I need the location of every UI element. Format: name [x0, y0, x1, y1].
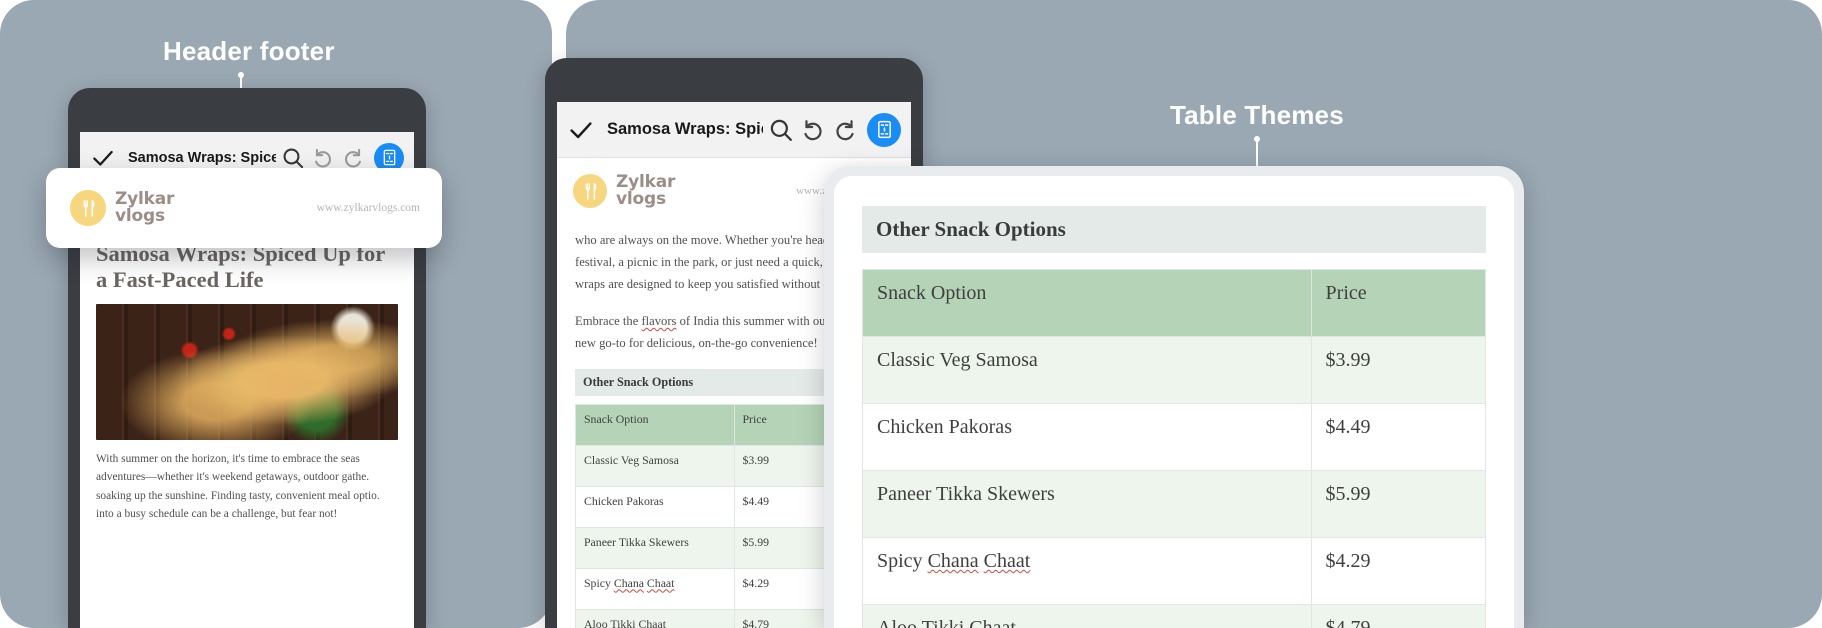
cell-snack-option: Spicy Chana Chaat	[862, 537, 1312, 605]
check-icon[interactable]	[567, 116, 595, 144]
brand-name-line2: vlogs	[115, 206, 165, 226]
search-icon[interactable]	[767, 116, 795, 144]
table-header-row: Snack Option Price	[862, 269, 1487, 337]
paragraph-3-pre: Embrace the	[575, 313, 642, 328]
cell-snack-option: Spicy Chana Chaat	[575, 567, 735, 610]
misspelled-word: flavors	[641, 313, 677, 328]
brand-name: Zylkar vlogs	[616, 173, 675, 210]
cell-price: $4.79	[1310, 604, 1487, 628]
search-icon[interactable]	[280, 145, 306, 171]
table-wrapper: Snack Option Price Classic Veg Samosa $3.…	[862, 269, 1487, 628]
screenshot-stage: Header footer Table Themes Samosa Wraps:…	[0, 0, 1822, 628]
header-footer-preview-card: Zylkar vlogs www.zylkarvlogs.com	[46, 168, 442, 248]
cell-snack-option: Classic Veg Samosa	[575, 444, 735, 487]
tablet-screen: Other Snack Options Snack Option Price C…	[834, 176, 1514, 628]
redo-icon[interactable]	[340, 145, 366, 171]
table-header: Snack Option Price	[862, 269, 1487, 337]
cell-snack-option: Aloo Tikki Chaat	[575, 608, 735, 628]
fork-knife-icon	[70, 190, 106, 226]
tablet-document: Other Snack Options Snack Option Price C…	[834, 176, 1514, 628]
hero-image	[96, 303, 398, 440]
cell-snack-option: Chicken Pakoras	[575, 485, 735, 528]
brand-lockup-preview: Zylkar vlogs	[70, 190, 174, 226]
undo-icon[interactable]	[310, 145, 336, 171]
check-icon[interactable]	[90, 145, 116, 171]
phone-left-document: Zylkar vlogs www.zylkarvlogs.com Samosa …	[80, 184, 414, 628]
callout-label-table-themes: Table Themes	[1170, 100, 1344, 130]
document-website-preview: www.zylkarvlogs.com	[316, 202, 420, 214]
brand-name-preview: Zylkar vlogs	[115, 190, 174, 226]
fork-knife-icon	[573, 174, 607, 209]
table-row: Aloo Tikki Chaat $4.79	[862, 604, 1487, 628]
snack-options-table: Snack Option Price Classic Veg Samosa $3.…	[862, 269, 1487, 628]
brand-lockup: Zylkar vlogs	[573, 173, 675, 210]
device-tablet-right: Other Snack Options Snack Option Price C…	[824, 166, 1524, 628]
page-layout-icon[interactable]	[867, 112, 901, 147]
redo-icon[interactable]	[831, 116, 859, 144]
cell-price: $4.49	[1310, 403, 1487, 471]
phone-center-toolbar: Samosa Wraps: Spiced …	[557, 102, 911, 158]
table-row: Paneer Tikka Skewers $5.99	[862, 470, 1487, 538]
cell-price: $4.29	[1310, 537, 1487, 605]
table-row: Spicy Chana Chaat $4.29	[862, 537, 1487, 605]
column-header-snack-option: Snack Option	[862, 269, 1312, 337]
table-row: Classic Veg Samosa $3.99	[862, 336, 1487, 404]
cell-snack-option: Paneer Tikka Skewers	[575, 526, 735, 569]
table-caption: Other Snack Options	[862, 206, 1486, 253]
article-body: With summer on the horizon, it's time to…	[80, 440, 414, 524]
document-title: Samosa Wraps: Spiced …	[607, 120, 763, 138]
cell-snack-option: Aloo Tikki Chaat	[862, 604, 1312, 628]
cell-snack-option: Paneer Tikka Skewers	[862, 470, 1312, 538]
paragraph-1: With summer on the horizon, it's time to…	[96, 452, 380, 521]
cell-snack-option: Classic Veg Samosa	[862, 336, 1312, 404]
cell-price: $3.99	[1310, 336, 1487, 404]
column-header-price: Price	[1310, 269, 1487, 337]
cell-snack-option: Chicken Pakoras	[862, 403, 1312, 471]
callout-label-header-footer: Header footer	[163, 36, 335, 66]
undo-icon[interactable]	[799, 116, 827, 144]
table-body: Classic Veg Samosa $3.99 Chicken Pakoras $…	[862, 336, 1487, 628]
column-header-snack-option: Snack Option	[575, 403, 735, 446]
brand-name-line2: vlogs	[616, 189, 666, 210]
cell-price: $5.99	[1310, 470, 1487, 538]
document-title: Samosa Wraps: Spiced …	[128, 149, 276, 166]
table-row: Chicken Pakoras $4.49	[862, 403, 1487, 471]
